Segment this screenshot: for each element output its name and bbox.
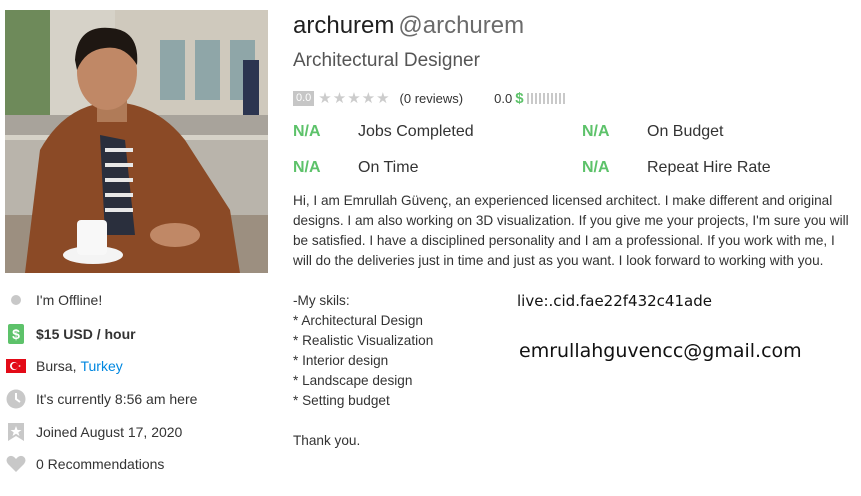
profile-photo-image bbox=[5, 10, 268, 273]
status-dot-icon bbox=[5, 289, 27, 311]
stat-value: N/A bbox=[293, 123, 321, 140]
joined-row: Joined August 17, 2020 bbox=[5, 421, 182, 443]
profile-headline: Architectural Designer bbox=[293, 50, 480, 71]
recommendations-row: 0 Recommendations bbox=[5, 453, 164, 475]
skill-item: * Setting budget bbox=[293, 393, 390, 408]
about-section: Hi, I am Emrullah Güvenç, an experienced… bbox=[293, 191, 853, 451]
joined-date: Joined August 17, 2020 bbox=[36, 424, 183, 440]
stat-label: Repeat Hire Rate bbox=[647, 159, 771, 176]
user-handle: @archurem bbox=[398, 12, 525, 39]
about-closing: Thank you. bbox=[293, 433, 361, 448]
email-text: emrullahguvencc@gmail.com bbox=[519, 340, 802, 362]
local-time-row: It's currently 8:56 am here bbox=[5, 388, 197, 410]
reviews-link[interactable]: (0 reviews) bbox=[400, 91, 464, 106]
skill-item: * Landscape design bbox=[293, 373, 413, 388]
stat-label: On Time bbox=[358, 159, 419, 176]
status-text: I'm Offline! bbox=[36, 292, 103, 308]
skill-item: * Architectural Design bbox=[293, 313, 423, 328]
earnings-bar-meter bbox=[526, 92, 567, 104]
location-country-link[interactable]: Turkey bbox=[80, 358, 122, 374]
svg-text:$: $ bbox=[12, 326, 20, 342]
joined-badge-icon bbox=[5, 421, 27, 443]
hourly-rate: $15 USD / hour bbox=[36, 326, 136, 342]
profile-name-line: archurem @archurem bbox=[293, 11, 524, 41]
location-row: Bursa, Turkey bbox=[5, 355, 123, 377]
about-intro: Hi, I am Emrullah Güvenç, an experienced… bbox=[293, 193, 849, 268]
local-time: It's currently 8:56 am here bbox=[36, 391, 198, 407]
star-icon: ★★★★★ bbox=[318, 90, 391, 107]
live-id-text: live:.cid.fae22f432c41ade bbox=[517, 292, 712, 310]
profile-photo bbox=[5, 10, 268, 273]
rating-score-badge: 0.0 bbox=[293, 90, 315, 106]
dollar-icon: $ bbox=[5, 323, 27, 345]
username: archurem bbox=[293, 12, 395, 39]
recommendations-count: 0 Recommendations bbox=[36, 456, 165, 472]
turkey-flag-icon bbox=[5, 355, 27, 377]
earnings-dollar-icon: $ bbox=[515, 89, 524, 107]
stat-label: Jobs Completed bbox=[358, 123, 474, 140]
rating-row: 0.0 ★★★★★ (0 reviews) 0.0 $ bbox=[293, 89, 567, 107]
location-city: Bursa, bbox=[36, 358, 77, 374]
clock-icon bbox=[5, 388, 27, 410]
status-row: I'm Offline! bbox=[5, 289, 102, 311]
heart-icon bbox=[5, 453, 27, 475]
stat-value: N/A bbox=[293, 159, 321, 176]
hourly-rate-row: $ $15 USD / hour bbox=[5, 323, 136, 345]
stat-value: N/A bbox=[582, 159, 610, 176]
earnings-score: 0.0 bbox=[494, 90, 513, 106]
stat-label: On Budget bbox=[647, 123, 724, 140]
stat-value: N/A bbox=[582, 123, 610, 140]
